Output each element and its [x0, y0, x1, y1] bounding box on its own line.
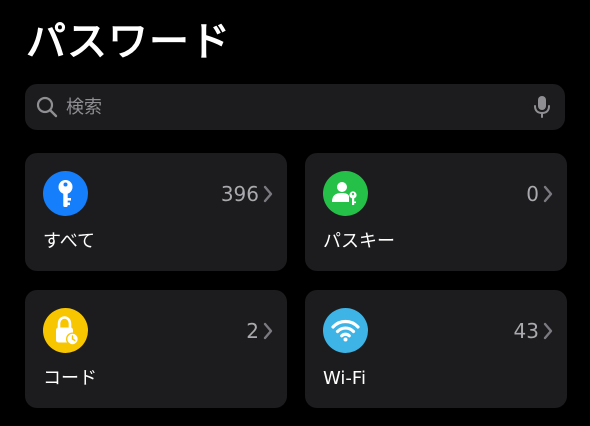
tile-count: 396: [220, 182, 259, 206]
search-bar[interactable]: [25, 84, 565, 130]
key-icon: [43, 171, 88, 216]
chevron-right-icon: [263, 185, 273, 203]
tile-label: パスキー: [323, 231, 395, 252]
tile-passkeys[interactable]: 0 パスキー: [305, 153, 567, 271]
tile-all-passwords[interactable]: 396 すべて: [25, 153, 287, 271]
tile-count: 0: [526, 182, 539, 206]
page-title: パスワード: [26, 19, 231, 65]
tile-label: すべて: [43, 231, 96, 252]
microphone-icon[interactable]: [533, 95, 551, 119]
chevron-right-icon: [543, 322, 553, 340]
wifi-icon: [323, 308, 368, 353]
tile-count: 2: [246, 319, 259, 343]
tile-label: Wi-Fi: [323, 368, 366, 389]
person-key-icon: [323, 171, 368, 216]
tile-count: 43: [513, 319, 539, 343]
tile-wifi[interactable]: 43 Wi-Fi: [305, 290, 567, 408]
tile-label: コード: [43, 368, 97, 389]
lock-clock-icon: [43, 308, 88, 353]
chevron-right-icon: [543, 185, 553, 203]
search-icon: [36, 96, 58, 118]
chevron-right-icon: [263, 322, 273, 340]
search-input[interactable]: [66, 84, 516, 130]
tile-codes[interactable]: 2 コード: [25, 290, 287, 408]
